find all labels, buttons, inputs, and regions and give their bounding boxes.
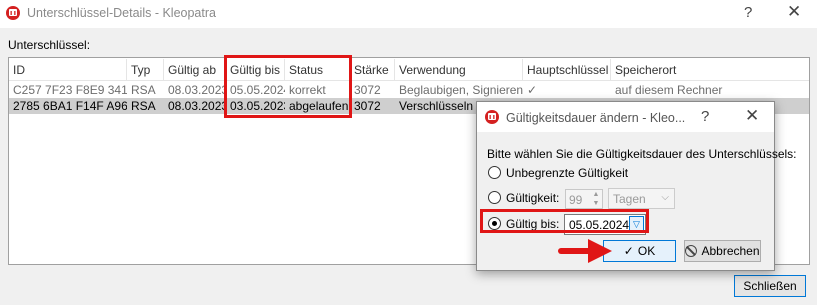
radio-validity-period-label[interactable]: Gültigkeit: xyxy=(506,191,559,205)
table-header: ID Typ Gültig ab Gültig bis Status Stärk… xyxy=(9,59,809,81)
cell-id: 2785 6BA1 F14F A96F xyxy=(13,99,127,113)
help-button[interactable]: ? xyxy=(744,4,752,21)
close-window-button[interactable]: ✕ xyxy=(787,2,801,22)
window-titlebar: Unterschlüssel-Details - Kleopatra ? ✕ xyxy=(0,0,817,28)
cancel-button-label: Abbrechen xyxy=(701,244,760,258)
cell-type: RSA xyxy=(131,99,156,113)
column-header-primary-key[interactable]: Hauptschlüssel xyxy=(523,59,611,81)
dialog-titlebar: Gültigkeitsdauer ändern - Kleo... ? ✕ xyxy=(477,102,774,132)
dialog-help-button[interactable]: ? xyxy=(701,108,709,125)
radio-unlimited[interactable] xyxy=(488,166,501,179)
highlight-validity-status-box xyxy=(224,55,352,118)
checkmark-icon: ✓ xyxy=(623,244,634,258)
cell-valid-from: 08.03.2023 xyxy=(168,83,226,97)
cell-primary-key: ✓ xyxy=(527,83,538,97)
table-row[interactable]: C257 7F23 F8E9 3418 RSA 08.03.2023 05.05… xyxy=(9,82,809,98)
spin-arrows-icon[interactable]: ▲ ▼ xyxy=(591,190,601,208)
cell-strength: 3072 xyxy=(354,83,381,97)
column-header-storage[interactable]: Speicherort xyxy=(611,59,809,81)
subkeys-label: Unterschlüssel: xyxy=(8,38,91,52)
cell-usage: Beglaubigen, Signieren xyxy=(399,83,523,97)
cancel-button[interactable]: Abbrechen xyxy=(684,240,761,262)
change-validity-dialog: Gültigkeitsdauer ändern - Kleo... ? ✕ Bi… xyxy=(476,101,797,271)
radio-validity-period[interactable] xyxy=(488,191,501,204)
validity-unit-select[interactable]: Tagen ⌵ xyxy=(608,188,675,209)
cell-strength: 3072 xyxy=(354,99,381,113)
dialog-title: Gültigkeitsdauer ändern - Kleo... xyxy=(506,111,686,125)
column-header-strength[interactable]: Stärke xyxy=(350,59,395,81)
highlight-valid-until-box xyxy=(480,209,649,233)
column-header-usage[interactable]: Verwendung xyxy=(395,59,523,81)
cell-valid-from: 08.03.2023 xyxy=(168,99,226,113)
validity-unit-value: Tagen xyxy=(613,192,646,206)
chevron-down-icon: ⌵ xyxy=(661,192,669,203)
dialog-close-button[interactable]: ✕ xyxy=(745,106,759,126)
column-header-type[interactable]: Typ xyxy=(127,59,164,81)
kleopatra-app-icon xyxy=(485,110,499,124)
column-header-valid-from[interactable]: Gültig ab xyxy=(164,59,226,81)
kleopatra-app-icon xyxy=(6,6,20,20)
validity-amount-spinbox[interactable]: 99 ▲ ▼ xyxy=(565,189,603,209)
cancel-icon xyxy=(685,245,698,257)
dialog-prompt: Bitte wählen Sie die Gültigkeitsdauer de… xyxy=(487,147,797,161)
cell-id: C257 7F23 F8E9 3418 xyxy=(13,83,127,97)
cell-storage: auf diesem Rechner xyxy=(615,83,723,97)
column-header-id[interactable]: ID xyxy=(9,59,127,81)
red-arrow-pointer-icon xyxy=(558,239,612,263)
ok-button-label: OK xyxy=(637,244,656,258)
radio-unlimited-label[interactable]: Unbegrenzte Gültigkeit xyxy=(506,166,628,180)
validity-amount-value: 99 xyxy=(569,193,583,207)
cell-type: RSA xyxy=(131,83,156,97)
window-title: Unterschlüssel-Details - Kleopatra xyxy=(27,6,216,20)
close-button[interactable]: Schließen xyxy=(734,275,806,297)
